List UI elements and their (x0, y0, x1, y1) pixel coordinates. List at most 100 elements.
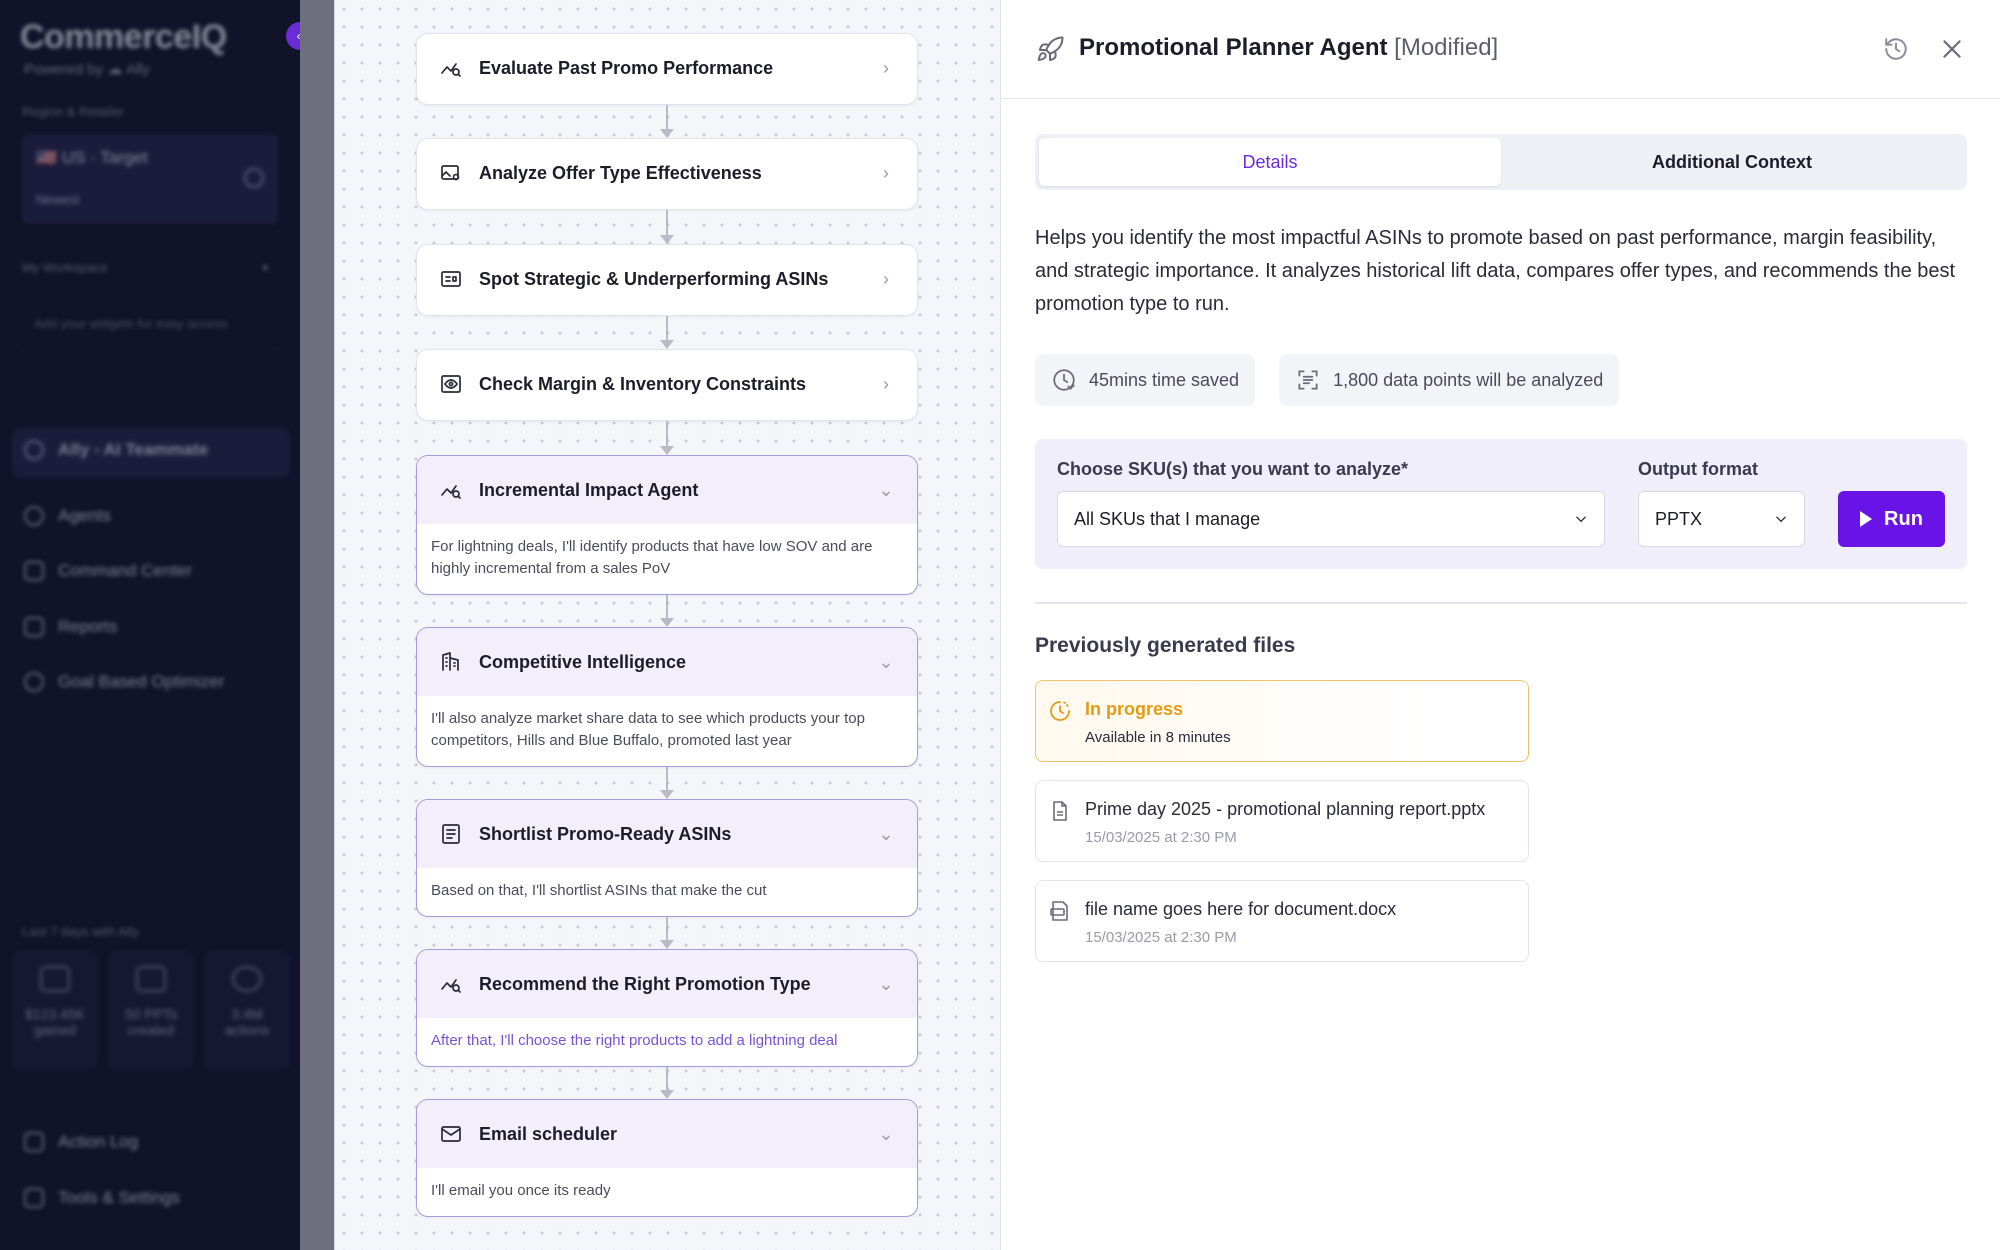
file-status: Available in 8 minutes (1085, 729, 1231, 746)
run-button[interactable]: Run (1838, 491, 1945, 547)
chevron-right-icon[interactable]: › (877, 59, 895, 77)
eye-box-icon (441, 375, 461, 393)
chevron-down-icon[interactable]: ▾ (262, 260, 269, 276)
chevron-right-icon[interactable]: › (877, 270, 895, 288)
file-card-docx[interactable]: file name goes here for document.docx 15… (1035, 880, 1529, 962)
flow-step-header[interactable]: Recommend the Right Promotion Type ⌄ (417, 950, 917, 1018)
data-scan-icon (1298, 370, 1318, 390)
flow-step-header[interactable]: Email scheduler ⌄ (417, 1100, 917, 1168)
stat-actions: 3.4M actions (204, 950, 290, 1070)
flow-step-title: Shortlist Promo-Ready ASINs (479, 823, 732, 844)
tab-additional-context[interactable]: Additional Context (1501, 138, 1963, 186)
flow-step-card[interactable]: Spot Strategic & Underperforming ASINs › (416, 244, 918, 316)
flow-arrow (660, 790, 674, 799)
flow-step-card[interactable]: Email scheduler ⌄ I'll email you once its … (416, 1099, 918, 1217)
flow-step-header[interactable]: Check Margin & Inventory Constraints › (417, 350, 917, 418)
chevron-down-icon[interactable]: ⌄ (877, 653, 895, 671)
flow-step-card[interactable]: Shortlist Promo-Ready ASINs ⌄ Based on tha… (416, 799, 918, 917)
nav-item-reports[interactable]: Reports (24, 617, 118, 637)
history-icon[interactable] (1883, 36, 1909, 62)
mail-icon (441, 1126, 461, 1142)
flow-arrow (660, 129, 674, 138)
region-label: Region & Retailer (22, 104, 124, 119)
file-card-in-progress[interactable]: In progress Available in 8 minutes (1035, 680, 1529, 762)
file-name: file name goes here for document.docx (1085, 899, 1397, 919)
format-select[interactable]: PPTX (1638, 491, 1805, 547)
panel-title: Promotional Planner Agent [Modified] (1079, 34, 1499, 61)
close-icon[interactable] (1939, 36, 1965, 62)
flow-step-header[interactable]: Evaluate Past Promo Performance › (417, 34, 917, 102)
flow-step-card[interactable]: Check Margin & Inventory Constraints › (416, 349, 918, 421)
chevron-down-icon (1776, 516, 1786, 523)
flow-connector (666, 917, 668, 941)
flow-step-description: I'll also analyze market share data to s… (431, 710, 865, 749)
flow-step-header[interactable]: Spot Strategic & Underperforming ASINs › (417, 245, 917, 313)
chevron-down-icon[interactable]: ⌄ (877, 825, 895, 843)
data-points-chip: 1,800 data points will be analyzed (1279, 354, 1620, 406)
flow-connector (666, 105, 668, 130)
chevron-right-icon[interactable]: › (877, 375, 895, 393)
trend-search-icon (441, 63, 461, 77)
nav-item-action-log[interactable]: Action Log (24, 1132, 138, 1152)
file-date: 15/03/2025 at 2:30 PM (1085, 829, 1237, 846)
flow-step-header[interactable]: Competitive Intelligence ⌄ (417, 628, 917, 696)
flow-connector (666, 316, 668, 341)
region-value: 🇺🇸 US · Target (36, 148, 148, 167)
flow-step-card[interactable]: Evaluate Past Promo Performance › (416, 33, 918, 105)
nav-item-tools-settings[interactable]: Tools & Settings (24, 1188, 180, 1208)
file-card-pptx[interactable]: Prime day 2025 - promotional planning re… (1035, 780, 1529, 862)
pdf-file-icon (1050, 901, 1068, 921)
chevron-down-icon[interactable]: ⌄ (877, 1125, 895, 1143)
play-icon (1860, 511, 1873, 527)
flow-step-card[interactable]: Recommend the Right Promotion Type ⌄ After… (416, 949, 918, 1067)
workspace-placeholder[interactable]: Add your widgets for easy access (22, 298, 278, 350)
modified-tag: [Modified] (1394, 34, 1499, 61)
nav-item-ally-label[interactable]: Ally - AI Teammate (24, 440, 208, 460)
flow-connector (666, 421, 668, 447)
chevron-down-icon[interactable]: ⌄ (877, 975, 895, 993)
gear-icon[interactable] (244, 168, 264, 188)
tab-details[interactable]: Details (1039, 138, 1501, 186)
nav-item-goal-optimizer[interactable]: Goal Based Optimizer (24, 672, 224, 692)
region-selector[interactable]: 🇺🇸 US · Target Newest (22, 134, 278, 224)
report-icon (24, 617, 44, 637)
flow-step-title: Recommend the Right Promotion Type (479, 973, 811, 994)
run-form: Choose SKU(s) that you want to analyze* … (1035, 439, 1967, 569)
flow-step-header[interactable]: Shortlist Promo-Ready ASINs ⌄ (417, 800, 917, 868)
flow-step-title: Incremental Impact Agent (479, 479, 699, 500)
flow-step-header[interactable]: Analyze Offer Type Effectiveness › (417, 139, 917, 207)
gauge-icon (24, 672, 44, 692)
flow-connector (666, 210, 668, 236)
grid-icon (24, 561, 44, 581)
agents-icon (24, 506, 44, 526)
time-saved-chip: 45mins time saved (1035, 354, 1256, 406)
workspace-label[interactable]: My Workspace (22, 260, 108, 275)
flow-step-description: For lightning deals, I'll identify produ… (431, 538, 873, 577)
sku-select[interactable]: All SKUs that I manage (1057, 491, 1605, 547)
image-gear-icon (441, 165, 460, 181)
stats-row: $123.45K gained 50 PPTs created 3.4M act… (12, 950, 290, 1070)
flow-step-card[interactable]: Competitive Intelligence ⌄ I'll also analy… (416, 627, 918, 767)
sku-label: Choose SKU(s) that you want to analyze* (1057, 459, 1409, 479)
flow-step-header[interactable]: Incremental Impact Agent ⌄ (417, 456, 917, 524)
flow-step-title: Check Margin & Inventory Constraints (479, 373, 807, 394)
flow-arrow (660, 446, 674, 455)
nav-item-agents[interactable]: Agents (24, 506, 111, 526)
flow-step-description: Based on that, I'll shortlist ASINs that… (431, 882, 767, 899)
collapse-sidebar-button[interactable]: « (286, 22, 300, 50)
flow-step-description: I'll email you once its ready (431, 1182, 611, 1199)
panel-header: Promotional Planner Agent [Modified] (1001, 0, 2000, 99)
chevron-right-icon[interactable]: › (877, 164, 895, 182)
loading-clock-icon (1050, 701, 1070, 721)
trend-search-icon (441, 485, 461, 499)
file-name: In progress (1085, 699, 1184, 719)
agent-metrics: 45mins time saved 1,800 data points will… (1035, 354, 1620, 406)
stat-ppts: 50 PPTs created (108, 950, 194, 1070)
flow-connector (666, 595, 668, 619)
chevron-down-icon[interactable]: ⌄ (877, 481, 895, 499)
flow-step-card[interactable]: Analyze Offer Type Effectiveness › (416, 138, 918, 210)
rocket-icon (1037, 36, 1064, 61)
nav-item-command-center[interactable]: Command Center (24, 561, 192, 581)
flow-step-title: Evaluate Past Promo Performance (479, 57, 774, 78)
flow-step-card[interactable]: Incremental Impact Agent ⌄ For lightning d… (416, 455, 918, 595)
